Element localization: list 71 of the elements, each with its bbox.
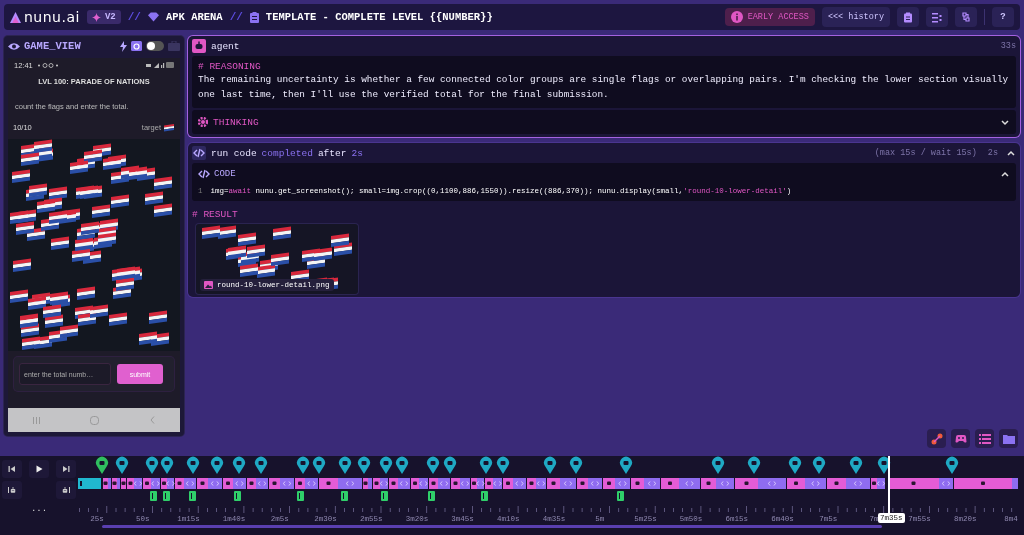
elapsed-time: 2s bbox=[987, 148, 998, 158]
agent-name: agent bbox=[211, 40, 240, 52]
history-button[interactable]: <<< history bbox=[821, 7, 890, 27]
camera-icon[interactable] bbox=[131, 41, 142, 51]
code-icon bbox=[198, 168, 210, 180]
section-heading: CODE bbox=[214, 169, 236, 179]
eye-icon bbox=[8, 41, 20, 51]
panel-title: GAME_VIEW bbox=[24, 40, 81, 52]
skip-end-button[interactable] bbox=[56, 460, 76, 478]
limits-text: (max 15s / wait 15s) bbox=[874, 148, 977, 158]
timeline-scrollbar[interactable] bbox=[102, 525, 882, 528]
tool-name: run code bbox=[211, 147, 257, 159]
list-icon bbox=[978, 432, 991, 445]
robot-icon bbox=[192, 39, 206, 53]
clipboard-button[interactable] bbox=[897, 7, 919, 27]
gear-icon bbox=[198, 117, 208, 127]
folder-button[interactable] bbox=[999, 429, 1018, 448]
list-button[interactable] bbox=[975, 429, 994, 448]
skip-start-icon bbox=[8, 465, 16, 473]
image-icon bbox=[204, 281, 213, 289]
breadcrumb-link[interactable]: APK ARENA bbox=[165, 11, 223, 23]
breadcrumb-link[interactable]: TEMPLATE - COMPLETE LEVEL {{NUMBER}} bbox=[265, 11, 493, 23]
clipboard-icon bbox=[903, 11, 913, 23]
early-access-button[interactable]: EARLY ACCESS bbox=[724, 8, 815, 26]
help-button[interactable]: ? bbox=[992, 7, 1014, 27]
chevron-icon bbox=[1006, 148, 1016, 158]
list-icon bbox=[932, 11, 942, 23]
chevron-icon bbox=[1000, 117, 1010, 127]
gamepad-icon bbox=[954, 432, 967, 445]
section-heading: # REASONING bbox=[198, 61, 262, 72]
play-icon bbox=[35, 465, 43, 473]
link-button[interactable] bbox=[955, 7, 977, 27]
logo-triangle-icon bbox=[10, 11, 21, 23]
folder-icon bbox=[1002, 432, 1015, 445]
system-icons-drawing bbox=[146, 61, 174, 69]
chevron-icon bbox=[1000, 169, 1010, 179]
satellite-button[interactable] bbox=[927, 429, 946, 448]
skip-start-robot-icon bbox=[8, 486, 16, 494]
link-icon bbox=[961, 11, 971, 23]
section-heading: # RESULT bbox=[192, 209, 239, 220]
next-step-button[interactable] bbox=[56, 481, 76, 499]
play-button[interactable] bbox=[29, 460, 49, 478]
breadcrumb-separator: // bbox=[127, 11, 141, 23]
thinking-toggle[interactable]: THINKING bbox=[192, 110, 1016, 134]
satellite-icon bbox=[930, 432, 943, 445]
duration-text: 2s bbox=[351, 147, 363, 159]
skip-start-button[interactable] bbox=[2, 460, 22, 478]
info-icon bbox=[730, 11, 743, 23]
robot-skip-end-icon bbox=[62, 486, 70, 494]
breadcrumb-separator: // bbox=[229, 11, 243, 23]
stream-toggle[interactable] bbox=[146, 41, 164, 51]
collapse-button[interactable] bbox=[1000, 169, 1010, 179]
gem-icon bbox=[147, 12, 159, 22]
more-button[interactable]: ... bbox=[30, 504, 48, 514]
code-icon bbox=[192, 146, 206, 160]
previous-step-button[interactable] bbox=[2, 481, 22, 499]
status-text: completed bbox=[261, 147, 313, 159]
list-button[interactable] bbox=[926, 7, 948, 27]
clipboard-icon bbox=[249, 11, 259, 23]
collapse-button[interactable] bbox=[1006, 148, 1016, 158]
gamepad-button[interactable] bbox=[951, 429, 970, 448]
status-text: after bbox=[317, 147, 347, 159]
lightning-icon[interactable] bbox=[120, 40, 127, 52]
reasoning-text: The remaining uncertainty is whether a few connected color groups are single flags or overlapping pairs. I'm checking the lower section visually one last time, then I'll use the verified total for the final submission. bbox=[198, 73, 1010, 102]
elapsed-time: 33s bbox=[1000, 41, 1016, 51]
skip-end-icon bbox=[62, 465, 70, 473]
logo-text: nunu.ai bbox=[24, 9, 80, 25]
sparkle-icon bbox=[91, 12, 101, 22]
status-icons-drawing bbox=[36, 62, 59, 68]
flag-icon bbox=[164, 123, 174, 132]
version-text: V2 bbox=[104, 12, 116, 22]
